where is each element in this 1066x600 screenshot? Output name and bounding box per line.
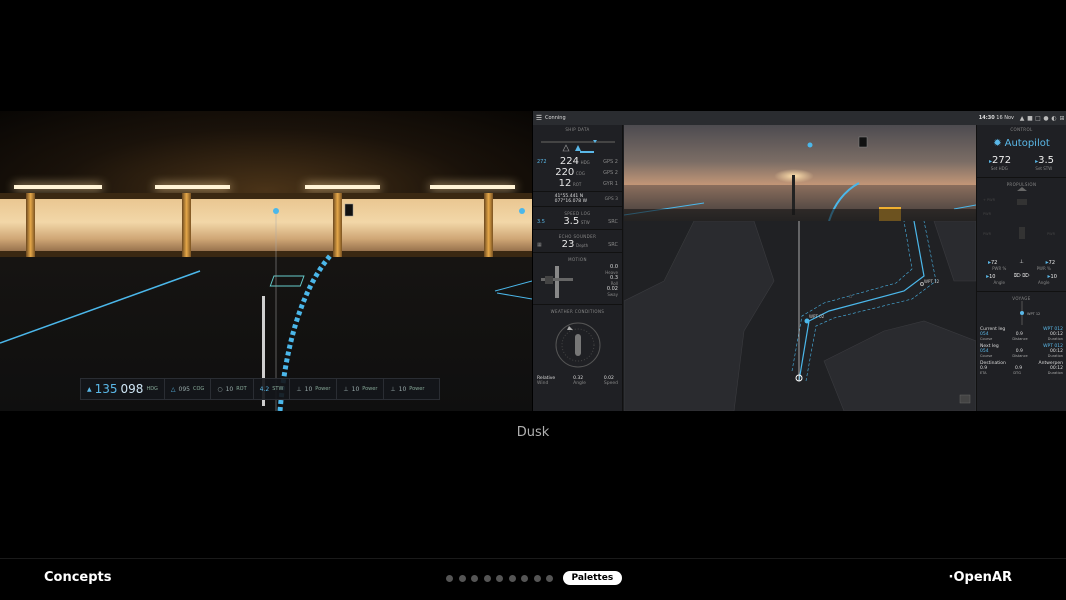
hud-stw: 4.2 STW [254, 379, 291, 399]
page-dot[interactable] [471, 574, 478, 582]
conning-display: ☰ Conning 14:30 16 Nov ▲ ■ □ ● ◐ ⊞ SHIP … [533, 111, 1066, 411]
ship-data-panel: SHIP DATA 272 224 HDG GPS 2 220 COG GPS 2 1… [533, 125, 623, 411]
openar-logo[interactable]: ·OpenAR [949, 570, 1012, 585]
propulsion-diagram: + PWR PWR PWR PWR [983, 187, 1056, 239]
svg-text:WPT 12: WPT 12 [1027, 312, 1040, 316]
slide: ▲ 135 098 HDG △ 095 COG ○ 10 ROT 4.2 STW… [0, 0, 1066, 600]
hud-power-1: ⊥ 10 Power [290, 379, 338, 399]
wind-rose [555, 322, 601, 368]
page-dot[interactable] [533, 574, 541, 582]
echo-icon: ▦ [537, 241, 542, 248]
set-stw[interactable]: ▸3.5 [1035, 155, 1054, 166]
page-dot[interactable] [446, 574, 453, 582]
svg-text:WPT 12: WPT 12 [924, 279, 940, 284]
page-dot[interactable] [496, 574, 503, 582]
hud-power-2: ⊥ 10 Power [337, 379, 385, 399]
clock: 14:30 16 Nov [978, 115, 1014, 121]
voyage-route: WPT 12 [1020, 301, 1040, 325]
page-dot[interactable] [483, 574, 491, 582]
autopilot-toggle[interactable]: ✹ Autopilot [977, 138, 1066, 149]
ar-hud-bar: ▲ 135 098 HDG △ 095 COG ○ 10 ROT 4.2 STW… [80, 378, 440, 400]
nav-arrow-icon: ▲ [87, 385, 92, 393]
thruster-icon: ⊥ [390, 385, 396, 393]
camera-overlay [624, 136, 976, 221]
motion-diagram-icon [541, 266, 573, 298]
page-dot[interactable] [521, 574, 528, 582]
menu-icon[interactable]: ☰ [533, 114, 545, 122]
svg-text:PWR: PWR [1047, 232, 1056, 236]
svg-text:PWR: PWR [983, 232, 992, 236]
page-dot[interactable] [546, 574, 553, 582]
page-dot[interactable] [508, 574, 516, 582]
page-dot[interactable] [458, 574, 466, 582]
bridge-ar-view [0, 111, 532, 411]
azimuth-icon: ⊥ [1019, 259, 1024, 265]
hud-power-3: ⊥ 10 Power [390, 385, 425, 393]
hud-cog: △ 095 COG [165, 379, 212, 399]
concepts-title[interactable]: Concepts [44, 570, 112, 585]
notification-icon[interactable]: ▲ [1018, 115, 1026, 122]
brightness-icon[interactable]: ◐ [1050, 115, 1058, 122]
pagination: Palettes [446, 571, 623, 585]
ship-icon: △ [170, 385, 176, 393]
svg-text:+ PWR: + PWR [983, 198, 996, 202]
apps-icon[interactable]: ⊞ [1058, 115, 1066, 122]
app-title: Conning [545, 115, 566, 121]
message-icon[interactable]: □ [1034, 115, 1042, 122]
hud-heading-value: 098 [120, 382, 144, 396]
heading-tape [541, 140, 615, 153]
nautical-map[interactable]: WPT 02 WPT 12 △ [624, 221, 976, 411]
palette-caption: Dusk [516, 425, 550, 440]
svg-text:WPT 02: WPT 02 [809, 314, 825, 319]
thruster-icon: ⊥ [296, 385, 302, 393]
footer-nav: Concepts Palettes ·OpenAR [0, 558, 1066, 600]
svg-text:PWR: PWR [983, 212, 992, 216]
palettes-tab[interactable]: Palettes [562, 571, 623, 585]
hud-rot: ○ 10 ROT [211, 379, 254, 399]
hud-heading: ▲ 135 098 HDG [81, 379, 165, 399]
conning-topbar: ☰ Conning 14:30 16 Nov ▲ ■ □ ● ◐ ⊞ [533, 111, 1066, 125]
ar-route-line [0, 270, 201, 344]
hud-heading-set: 135 [94, 382, 118, 396]
user-icon[interactable]: ● [1042, 115, 1050, 122]
map-canvas: WPT 02 WPT 12 △ [624, 221, 976, 411]
rot-gauge-icon: ○ [217, 385, 223, 393]
alert-icon[interactable]: ■ [1026, 115, 1034, 122]
camera-feed [624, 125, 976, 221]
thruster-icon: ⊥ [343, 385, 349, 393]
control-panel: CONTROL ✹ Autopilot ▸272 ▸3.5 Set HDG Set… [976, 125, 1066, 411]
set-hdg[interactable]: ▸272 [989, 155, 1011, 166]
autopilot-icon: ✹ [993, 138, 1002, 149]
ar-route-overlay [0, 203, 532, 411]
